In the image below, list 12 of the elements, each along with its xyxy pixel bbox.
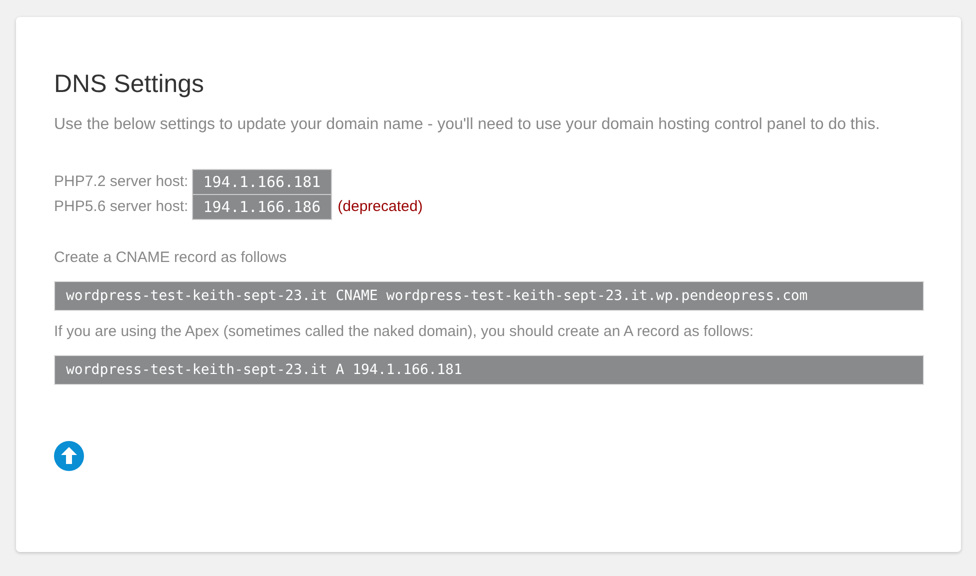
intro-text: Use the below settings to update your domain name - you'll need to use your domain hosting control panel to do this. (54, 115, 881, 135)
host-label: PHP7.2 server host: (54, 173, 188, 190)
host-label: PHP5.6 server host: (54, 198, 188, 215)
page-title: DNS Settings (54, 69, 206, 99)
record-code: wordpress-test-keith-sept-23.it CNAME wordpress-test-keith-sept-23.it.wp.pendeopress.com (54, 281, 924, 311)
instruction-text: If you are using the Apex (sometimes called the naked domain), you should create an A record as follows: (54, 322, 755, 342)
instruction-text: Create a CNAME record as follows (54, 248, 288, 268)
ip-address: 194.1.166.186 (192, 194, 332, 220)
record-code: wordpress-test-keith-sept-23.it A 194.1.166.181 (54, 355, 924, 385)
scroll-up-icon[interactable] (54, 441, 84, 471)
deprecated-note: (deprecated) (338, 198, 423, 215)
ip-address: 194.1.166.181 (192, 168, 332, 194)
